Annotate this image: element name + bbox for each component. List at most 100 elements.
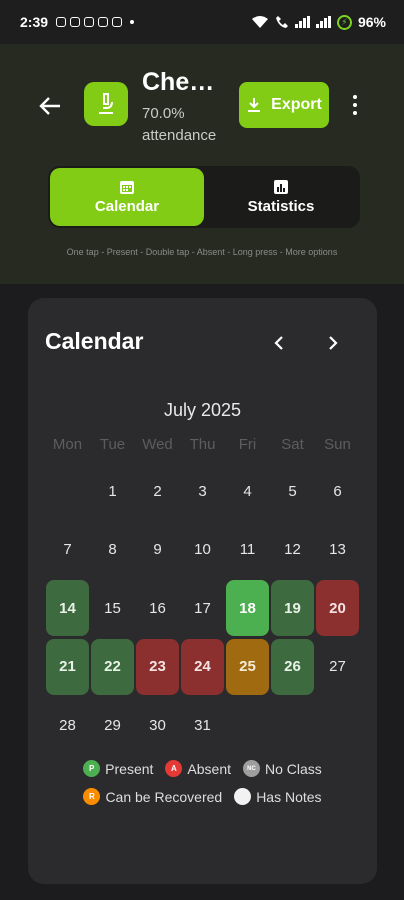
export-label: Export <box>271 96 322 113</box>
calendar-day-23[interactable]: 23 <box>135 638 180 697</box>
more-options-button[interactable] <box>346 92 364 118</box>
calendar-day-12[interactable]: 12 <box>270 521 315 580</box>
weekday-label: Sat <box>281 436 304 453</box>
weekday-label: Sun <box>324 436 351 453</box>
calendar-day-6[interactable]: 6 <box>315 462 360 521</box>
status-bar: 2:39 ⚡ 96% <box>0 0 404 44</box>
calendar-day-5[interactable]: 5 <box>270 462 315 521</box>
legend-badge-icon: A <box>165 760 183 777</box>
legend-item: Has Notes <box>234 788 322 805</box>
calendar-day-8[interactable]: 8 <box>90 521 135 580</box>
weekday-label: Tue <box>99 436 126 453</box>
attendance-label: attendance <box>142 127 217 144</box>
legend-item: NC No Class <box>243 760 322 777</box>
subject-icon <box>84 82 128 126</box>
more-dot <box>353 95 357 99</box>
calendar-day-3[interactable]: 3 <box>180 462 225 521</box>
next-month-button[interactable] <box>321 332 345 354</box>
calendar-day-4[interactable]: 4 <box>225 462 270 521</box>
legend-label: No Class <box>265 760 322 777</box>
calendar-day-number: 20 <box>316 580 359 637</box>
tab-label: Calendar <box>94 198 160 215</box>
legend-item: R Can be Recovered <box>83 788 222 805</box>
calendar-day-number: 16 <box>149 599 166 617</box>
calendar-day-number: 27 <box>329 658 346 676</box>
calendar-day-20[interactable]: 20 <box>315 579 360 638</box>
calendar-day-number: 2 <box>153 482 162 500</box>
calendar-day-10[interactable]: 10 <box>180 521 225 580</box>
calendar-day-number: 21 <box>46 638 89 695</box>
calendar-day-24[interactable]: 24 <box>180 638 225 697</box>
notification-icon <box>56 17 67 27</box>
calendar-title: Calendar <box>45 328 144 354</box>
calendar-day-2[interactable]: 2 <box>135 462 180 521</box>
more-dot <box>353 103 357 107</box>
notification-icons <box>56 17 135 27</box>
calendar-day-27[interactable]: 27 <box>315 638 360 697</box>
calendar-day-22[interactable]: 22 <box>90 638 135 697</box>
calendar-day-16[interactable]: 16 <box>135 579 180 638</box>
calendar-day-9[interactable]: 9 <box>135 521 180 580</box>
legend-item: A Absent <box>165 760 231 777</box>
calendar-day-31[interactable]: 31 <box>180 696 225 755</box>
call-icon <box>275 16 288 28</box>
previous-month-button[interactable] <box>267 332 291 354</box>
legend-badge-icon: R <box>83 788 101 805</box>
more-dot <box>353 111 357 115</box>
calendar-day-number: 10 <box>194 541 211 559</box>
calendar-day-26[interactable]: 26 <box>270 638 315 697</box>
attendance-percent: 70.0% <box>142 105 185 122</box>
calendar-day-13[interactable]: 13 <box>315 521 360 580</box>
calendar-day-21[interactable]: 21 <box>45 638 90 697</box>
subject-header: Chem… 70.0% attendance Export Calendar S… <box>0 44 404 284</box>
calendar-day-number: 25 <box>226 638 269 695</box>
signal-icon <box>294 16 310 28</box>
calendar-day-25[interactable]: 25 <box>225 638 270 697</box>
calendar-day-number: 4 <box>243 482 252 500</box>
calendar-day-number: 9 <box>153 541 162 559</box>
tab-statistics[interactable]: Statistics <box>204 168 358 226</box>
calendar-day-1[interactable]: 1 <box>90 462 135 521</box>
legend-badge-icon <box>234 788 252 805</box>
export-button[interactable]: Export <box>239 82 329 128</box>
notification-icon <box>84 17 95 27</box>
calendar-day-15[interactable]: 15 <box>90 579 135 638</box>
legend-label: Absent <box>187 760 232 777</box>
calendar-day-number: 8 <box>108 541 117 559</box>
calendar-day-11[interactable]: 11 <box>225 521 270 580</box>
calendar-day-number: 30 <box>149 716 166 734</box>
legend: P Present A Absent NC No Class R Can be Recover… <box>28 760 377 805</box>
download-icon <box>248 98 261 112</box>
weekday-label: Wed <box>142 436 173 453</box>
status-time: 2:39 <box>20 14 49 30</box>
calendar-day-17[interactable]: 17 <box>180 579 225 638</box>
battery-icon: ⚡ <box>336 14 352 30</box>
calendar-day-19[interactable]: 19 <box>270 579 315 638</box>
calendar-day-number: 17 <box>194 599 211 617</box>
calendar-day-7[interactable]: 7 <box>45 521 90 580</box>
calendar-day-29[interactable]: 29 <box>90 696 135 755</box>
gesture-hint: One tap - Present - Double tap - Absent … <box>66 247 338 257</box>
calendar-day-number: 23 <box>136 638 179 695</box>
wifi-icon <box>251 16 268 28</box>
calendar-day-number: 31 <box>194 716 211 734</box>
calendar-day-30[interactable]: 30 <box>135 696 180 755</box>
calendar-day-number: 13 <box>329 541 346 559</box>
chevron-right-icon <box>329 336 338 350</box>
battery-level: 96% <box>357 14 386 30</box>
legend-item: P Present <box>83 760 153 777</box>
bar-chart-icon <box>274 180 288 194</box>
subject-title: Chem… <box>142 68 234 96</box>
calendar-day-number: 28 <box>59 716 76 734</box>
calendar-day-14[interactable]: 14 <box>45 579 90 638</box>
weekday-header: Mon Tue Wed Thu Fri Sat Sun <box>45 436 360 453</box>
month-label: July 2025 <box>163 400 242 420</box>
calendar-day-18[interactable]: 18 <box>225 579 270 638</box>
calendar-day-28[interactable]: 28 <box>45 696 90 755</box>
legend-label: Present <box>105 760 154 777</box>
tab-calendar[interactable]: Calendar <box>50 168 204 226</box>
back-button[interactable] <box>34 92 66 120</box>
notification-icon <box>112 17 123 27</box>
microscope-icon <box>99 93 113 114</box>
attendance-summary: 70.0% attendance <box>142 103 234 147</box>
